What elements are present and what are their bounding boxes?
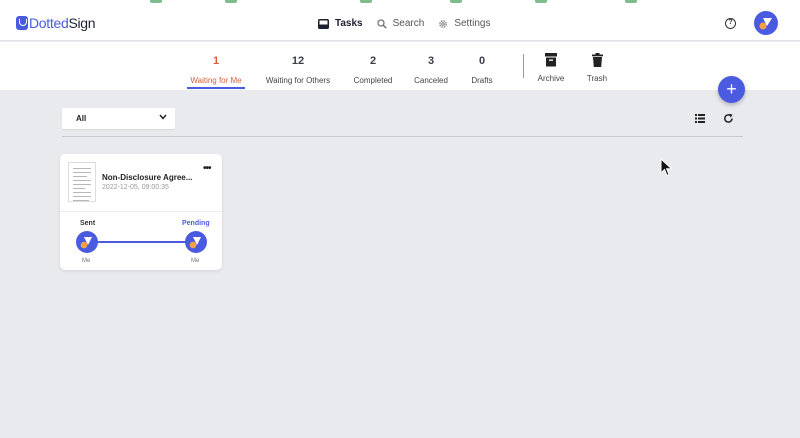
toolbar-divider [62,136,743,137]
gear-icon [439,19,448,28]
tab-label: Archive [537,74,565,83]
nav-settings-label: Settings [454,18,491,29]
tab-label: Trash [586,74,608,83]
inbox-icon [318,18,329,29]
logo-text: DottedSign [29,15,96,31]
tab-count: 1 [212,55,220,67]
avatar-graphic-icon [189,237,201,249]
sender-name: Me [82,258,91,264]
tab-label: Waiting for Others [265,76,331,85]
tab-trash[interactable]: Trash [584,42,610,90]
task-card[interactable]: Non-Disclosure Agree... 2022-12-05, 09:0… [60,154,222,270]
tab-label: Completed [353,76,393,85]
trash-icon [591,53,603,67]
nav-search[interactable]: Search [376,18,425,29]
mouse-cursor-icon [660,158,673,177]
more-options-button[interactable]: ••• [203,163,211,174]
tab-count: 0 [478,55,486,67]
avatar-graphic-icon [759,18,772,30]
nav-tasks[interactable]: Tasks [318,18,363,29]
nav-search-label: Search [392,18,425,29]
tab-count: 3 [427,55,435,67]
receiver-avatar [185,231,207,253]
top-header: DottedSign Tasks Search Settings ? [0,6,800,41]
filter-value: All [76,114,87,123]
main-nav: Tasks Search Settings [318,6,490,41]
help-icon[interactable]: ? [725,18,736,29]
logo-mark-icon [16,16,28,30]
chevron-down-icon [159,114,167,120]
dottedsign-logo[interactable]: DottedSign [16,15,96,31]
tab-count: 12 [291,55,305,67]
tab-label: Canceled [414,76,448,85]
document-date: 2022-12-05, 09:00:35 [102,184,169,191]
user-avatar[interactable] [754,11,778,35]
tab-waiting-for-me[interactable]: 1 Waiting for Me [187,42,245,90]
refresh-icon[interactable] [723,113,734,124]
progress-track [98,241,188,243]
tab-archive[interactable]: Archive [534,42,568,90]
archive-icon [545,53,557,67]
tab-label: Waiting for Me [190,76,242,85]
sender-avatar [76,231,98,253]
nav-settings[interactable]: Settings [438,18,490,29]
tab-waiting-for-others[interactable]: 12 Waiting for Others [262,42,334,90]
sender-status: Sent [80,220,96,227]
create-task-button[interactable]: + [718,76,745,103]
search-icon [376,18,387,29]
avatar-graphic-icon [80,237,92,249]
tab-label: Drafts [471,76,493,85]
tab-count: 2 [369,55,377,67]
tab-drafts[interactable]: 0 Drafts [466,42,498,90]
status-tabs: 1 Waiting for Me 12 Waiting for Others 2… [0,42,800,90]
receiver-status: Pending [182,220,210,227]
card-divider [60,211,222,212]
document-thumbnail [68,162,96,202]
list-view-icon[interactable] [695,114,705,123]
tab-canceled[interactable]: 3 Canceled [411,42,451,90]
document-title: Non-Disclosure Agree... [102,173,193,182]
tab-completed[interactable]: 2 Completed [350,42,396,90]
tab-divider [523,54,524,78]
nav-tasks-label: Tasks [335,18,363,29]
filter-select[interactable]: All [62,108,175,129]
receiver-name: Me [191,258,200,264]
